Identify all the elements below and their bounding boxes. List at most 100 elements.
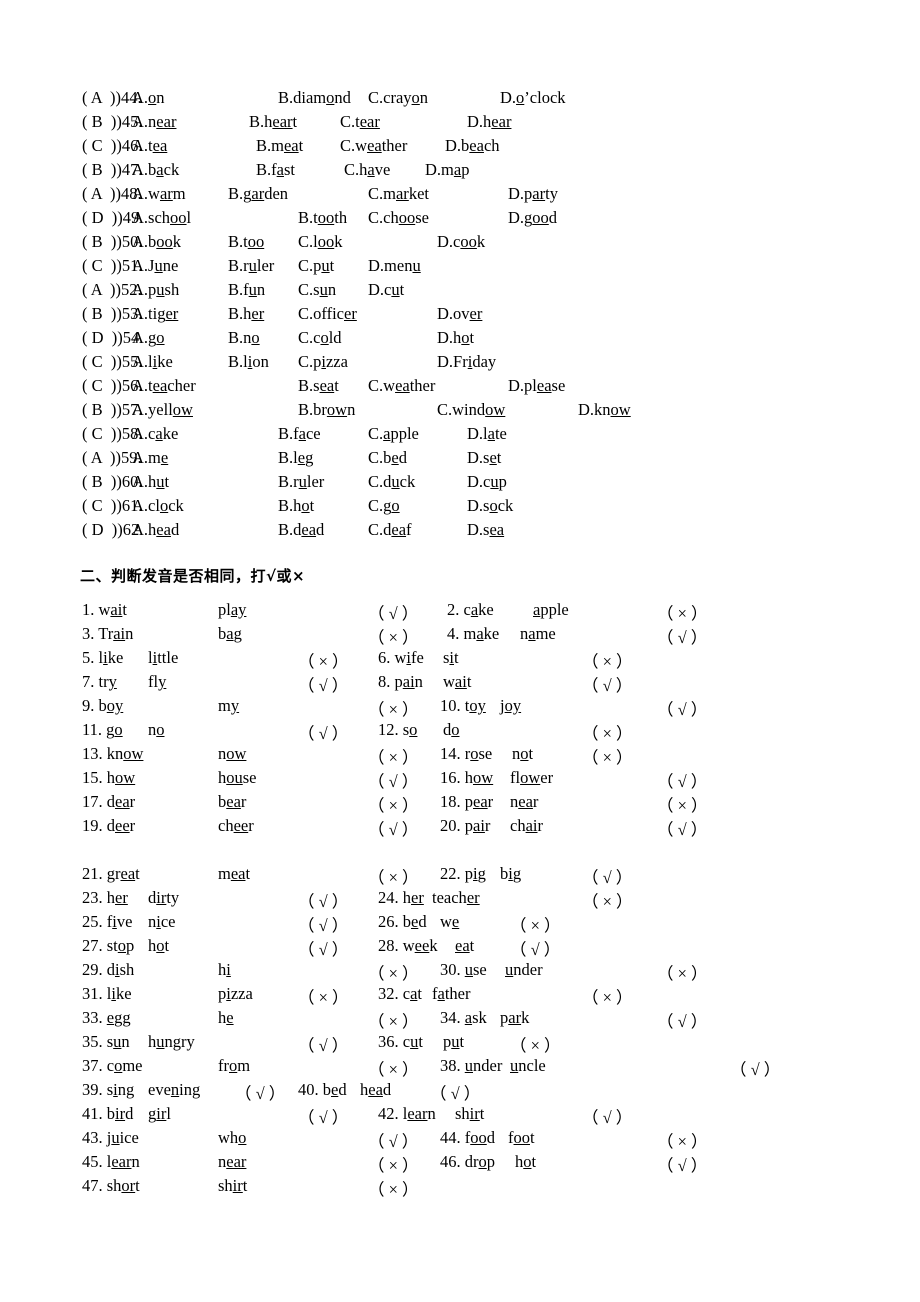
pair-answer-mark[interactable]: （ × ） <box>510 912 561 936</box>
pair-answer-mark[interactable]: （ × ） <box>582 888 633 912</box>
option-d[interactable]: D.over <box>437 304 482 324</box>
option-b[interactable]: B.her <box>228 304 264 324</box>
option-b[interactable]: B.diamond <box>278 88 351 108</box>
option-b[interactable]: B.seat <box>298 376 339 396</box>
option-b[interactable]: B.garden <box>228 184 288 204</box>
option-a[interactable]: A.tiger <box>132 304 178 324</box>
option-a[interactable]: A.teacher <box>132 376 196 396</box>
option-a[interactable]: A.go <box>132 328 165 348</box>
pair-answer-mark[interactable]: （ × ） <box>582 744 633 768</box>
option-a[interactable]: A.cake <box>132 424 178 444</box>
option-b[interactable]: B.tooth <box>298 208 347 228</box>
option-d[interactable]: D.good <box>508 208 557 228</box>
option-c[interactable]: C.officer <box>298 304 357 324</box>
pair-answer-mark[interactable]: （ × ） <box>582 720 633 744</box>
pair-answer-mark[interactable]: （ √ ） <box>582 864 632 888</box>
pair-answer-mark[interactable]: （ √ ） <box>430 1080 480 1104</box>
option-c[interactable]: C.look <box>298 232 342 252</box>
option-a[interactable]: A.June <box>132 256 178 276</box>
option-b[interactable]: B.too <box>228 232 264 252</box>
option-c[interactable]: C.duck <box>368 472 415 492</box>
option-d[interactable]: D.cook <box>437 232 485 252</box>
option-a[interactable]: A.near <box>132 112 176 132</box>
option-b[interactable]: B.face <box>278 424 321 444</box>
pair-answer-mark[interactable]: （ √ ） <box>657 1008 707 1032</box>
option-d[interactable]: D.Friday <box>437 352 496 372</box>
option-c[interactable]: C.apple <box>368 424 419 444</box>
option-b[interactable]: B.dead <box>278 520 324 540</box>
option-b[interactable]: B.meat <box>256 136 303 156</box>
option-d[interactable]: D.map <box>425 160 469 180</box>
pair-answer-mark[interactable]: （ × ） <box>657 792 708 816</box>
option-c[interactable]: C.pizza <box>298 352 348 372</box>
option-a[interactable]: A.yellow <box>132 400 193 420</box>
option-a[interactable]: A.push <box>132 280 179 300</box>
option-c[interactable]: C.go <box>368 496 400 516</box>
option-b[interactable]: B.brown <box>298 400 355 420</box>
option-d[interactable]: D.sea <box>467 520 504 540</box>
option-b[interactable]: B.ruler <box>228 256 274 276</box>
option-c[interactable]: C.deaf <box>368 520 412 540</box>
option-c[interactable]: C.window <box>437 400 505 420</box>
option-b[interactable]: B.heart <box>249 112 297 132</box>
pair-answer-mark[interactable]: （ √ ） <box>582 672 632 696</box>
pair-answer-mark[interactable]: （ × ） <box>657 1128 708 1152</box>
option-a[interactable]: A.book <box>132 232 181 252</box>
option-d[interactable]: D.cup <box>467 472 507 492</box>
pair-answer-mark[interactable]: （ √ ） <box>582 1104 632 1128</box>
pair-answer-mark[interactable]: （ × ） <box>582 984 633 1008</box>
option-b[interactable]: B.ruler <box>278 472 324 492</box>
option-d[interactable]: D.beach <box>445 136 500 156</box>
pair-answer-mark[interactable]: （ √ ） <box>657 624 707 648</box>
option-d[interactable]: D.late <box>467 424 507 444</box>
pair-answer-mark[interactable]: （ √ ） <box>657 816 707 840</box>
option-a[interactable]: A.tea <box>132 136 167 156</box>
option-a[interactable]: A.clock <box>132 496 184 516</box>
option-b[interactable]: B.hot <box>278 496 314 516</box>
option-d[interactable]: D.hear <box>467 112 511 132</box>
option-c[interactable]: C.crayon <box>368 88 428 108</box>
option-c[interactable]: C.cold <box>298 328 342 348</box>
pair-answer-mark[interactable]: （ √ ） <box>510 936 560 960</box>
option-d[interactable]: D.party <box>508 184 558 204</box>
pair-answer-mark[interactable]: （ × ） <box>657 600 708 624</box>
pair-answer-mark[interactable]: （ √ ） <box>657 768 707 792</box>
option-d[interactable]: D.know <box>578 400 631 420</box>
option-c[interactable]: C.sun <box>298 280 336 300</box>
option-a[interactable]: A.me <box>132 448 168 468</box>
option-a[interactable]: A.school <box>132 208 191 228</box>
option-c[interactable]: C.put <box>298 256 334 276</box>
pair-answer-mark[interactable]: （ √ ） <box>730 1056 780 1080</box>
option-d[interactable]: D.hot <box>437 328 474 348</box>
option-d[interactable]: D.please <box>508 376 565 396</box>
pair-answer-mark[interactable]: （ × ） <box>657 960 708 984</box>
option-a[interactable]: A.head <box>132 520 179 540</box>
option-c[interactable]: C.market <box>368 184 429 204</box>
option-a[interactable]: A.like <box>132 352 173 372</box>
option-c[interactable]: C.have <box>344 160 390 180</box>
option-b[interactable]: B.lion <box>228 352 269 372</box>
option-d[interactable]: D.sock <box>467 496 513 516</box>
option-c[interactable]: C.weather <box>368 376 435 396</box>
option-c[interactable]: C.weather <box>340 136 407 156</box>
option-d[interactable]: D.set <box>467 448 501 468</box>
option-a[interactable]: A.warm <box>132 184 186 204</box>
option-c[interactable]: C.choose <box>368 208 429 228</box>
option-b[interactable]: B.no <box>228 328 260 348</box>
option-d[interactable]: D.cut <box>368 280 404 300</box>
option-d[interactable]: D.menu <box>368 256 421 276</box>
option-c[interactable]: C.bed <box>368 448 407 468</box>
pair-answer-mark[interactable]: （ √ ） <box>657 696 707 720</box>
option-b[interactable]: B.fun <box>228 280 265 300</box>
option-a[interactable]: A.back <box>132 160 179 180</box>
option-b[interactable]: B.fast <box>256 160 295 180</box>
option-a[interactable]: A.on <box>132 88 165 108</box>
pair-answer-mark[interactable]: （ √ ） <box>657 1152 707 1176</box>
pair-answer-mark[interactable]: （ × ） <box>368 1176 419 1200</box>
pair-answer-mark[interactable]: （ × ） <box>510 1032 561 1056</box>
option-b[interactable]: B.leg <box>278 448 313 468</box>
option-d[interactable]: D.o’clock <box>500 88 566 108</box>
pair-answer-mark[interactable]: （ × ） <box>582 648 633 672</box>
option-a[interactable]: A.hut <box>132 472 169 492</box>
option-c[interactable]: C.tear <box>340 112 380 132</box>
